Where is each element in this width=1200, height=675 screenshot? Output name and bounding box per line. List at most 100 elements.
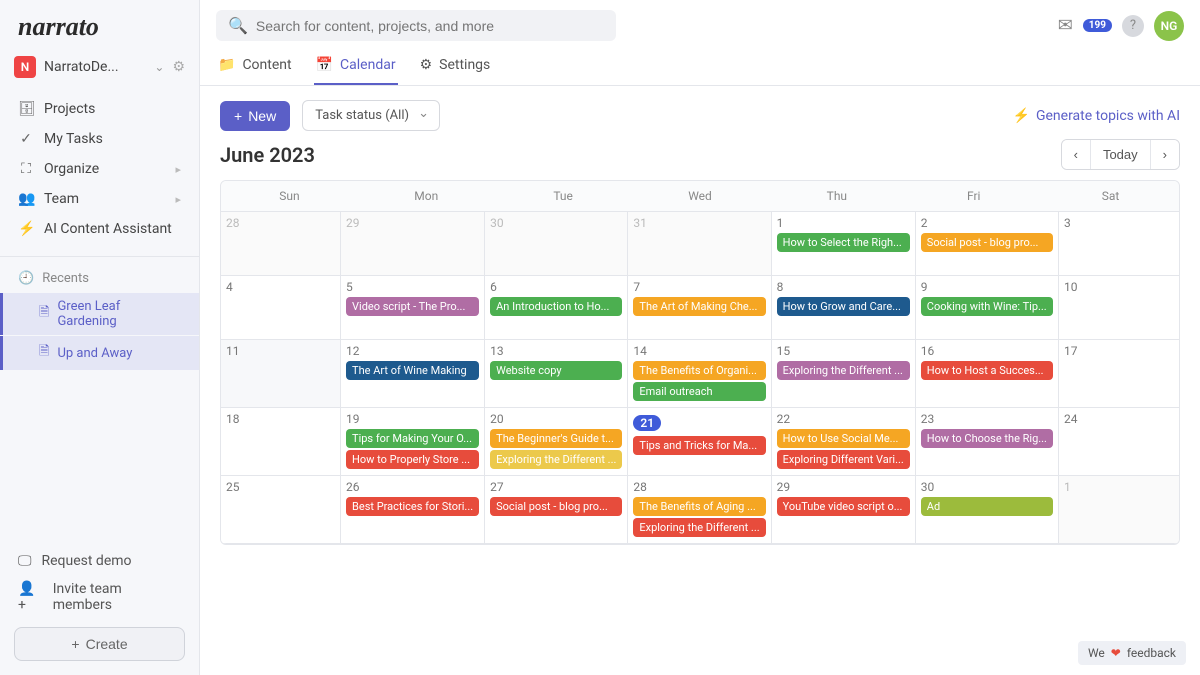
calendar-event[interactable]: An Introduction to Ho... — [490, 297, 622, 316]
calendar-event[interactable]: Exploring Different Vari... — [777, 450, 910, 469]
calendar-cell[interactable]: 10 — [1059, 276, 1179, 340]
calendar-cell[interactable]: 29 YouTube video script o... — [772, 476, 916, 544]
calendar-cell[interactable]: 11 — [221, 340, 341, 408]
calendar-event[interactable]: Social post - blog pro... — [921, 233, 1053, 252]
calendar-event[interactable]: Exploring the Different ... — [633, 518, 765, 537]
calendar-cell[interactable]: 4 — [221, 276, 341, 340]
invite-team-link[interactable]: 👤+ Invite team members — [14, 575, 185, 619]
calendar-cell[interactable]: 23How to Choose the Rig... — [916, 408, 1059, 476]
calendar-event[interactable]: Cooking with Wine: Tip... — [921, 297, 1053, 316]
calendar-cell[interactable]: 28 — [221, 212, 341, 276]
nav-my-tasks[interactable]: ✓My Tasks — [0, 124, 199, 154]
calendar-event[interactable]: Best Practices for Stori... — [346, 497, 479, 516]
new-button[interactable]: + New — [220, 101, 290, 131]
day-number: 15 — [777, 344, 910, 358]
avatar[interactable]: NG — [1154, 11, 1184, 41]
calendar-cell[interactable]: 1 — [1059, 476, 1179, 544]
calendar-cell[interactable]: 5Video script - The Pro... — [341, 276, 485, 340]
calendar-cell[interactable]: 3 — [1059, 212, 1179, 276]
calendar-cell[interactable]: 1How to Select the Righ... — [772, 212, 916, 276]
calendar-cell[interactable]: 14The Benefits of Organi...Email outreac… — [628, 340, 771, 408]
day-number: 6 — [490, 280, 622, 294]
calendar-event[interactable]: Exploring the Different ... — [777, 361, 910, 380]
calendar-cell[interactable]: 31 — [628, 212, 771, 276]
workspace-selector[interactable]: N NarratoDe... ⌄ ⚙ — [0, 50, 199, 90]
calendar-cell[interactable]: 21Tips and Tricks for Ma... — [628, 408, 771, 476]
calendar-cell[interactable]: 27Social post - blog pro... — [485, 476, 628, 544]
calendar-event[interactable]: Exploring the Different ... — [490, 450, 622, 469]
day-number: 13 — [490, 344, 622, 358]
calendar-cell[interactable]: 18 — [221, 408, 341, 476]
calendar-event[interactable]: The Benefits of Aging ... — [633, 497, 765, 516]
today-button[interactable]: Today — [1091, 140, 1151, 169]
day-number: 29 — [777, 480, 910, 494]
calendar-event[interactable]: Website copy — [490, 361, 622, 380]
feedback-widget[interactable]: We ❤ feedback — [1078, 641, 1186, 665]
calendar-event[interactable]: How to Properly Store ... — [346, 450, 479, 469]
calendar-cell[interactable]: 24 — [1059, 408, 1179, 476]
calendar-event[interactable]: Ad — [921, 497, 1053, 516]
tabs: 📁Content 📅Calendar ⚙Settings — [200, 47, 1200, 86]
calendar-event[interactable]: How to Grow and Care... — [777, 297, 910, 316]
day-number: 18 — [226, 412, 335, 426]
calendar-event[interactable]: Tips and Tricks for Ma... — [633, 436, 765, 455]
calendar-event[interactable]: How to Select the Righ... — [777, 233, 910, 252]
next-month-button[interactable]: › — [1151, 140, 1179, 169]
calendar-event[interactable]: YouTube video script o... — [777, 497, 910, 516]
search-input[interactable] — [256, 18, 604, 34]
calendar-cell[interactable]: 13 Website copy — [485, 340, 628, 408]
calendar-cell[interactable]: 28The Benefits of Aging ...Exploring the… — [628, 476, 771, 544]
calendar-event[interactable]: Social post - blog pro... — [490, 497, 622, 516]
task-status-select[interactable]: Task status (All) — [302, 100, 440, 131]
calendar-cell[interactable]: 7The Art of Making Che... — [628, 276, 771, 340]
calendar-cell[interactable]: 9 Cooking with Wine: Tip... — [916, 276, 1059, 340]
calendar-event[interactable]: Email outreach — [633, 382, 765, 401]
calendar-cell[interactable]: 30 — [485, 212, 628, 276]
calendar-event[interactable]: The Art of Making Che... — [633, 297, 765, 316]
prev-month-button[interactable]: ‹ — [1062, 140, 1091, 169]
calendar-event[interactable]: How to Choose the Rig... — [921, 429, 1053, 448]
calendar-cell[interactable]: 26Best Practices for Stori... — [341, 476, 485, 544]
calendar-cell[interactable]: 29 — [341, 212, 485, 276]
calendar-cell[interactable]: 25 — [221, 476, 341, 544]
nav-team[interactable]: 👥Team▸ — [0, 184, 199, 214]
nav-projects[interactable]: 🗄Projects — [0, 94, 199, 124]
calendar-cell[interactable]: 30Ad — [916, 476, 1059, 544]
calendar-event[interactable]: The Beginner's Guide t... — [490, 429, 622, 448]
gear-icon[interactable]: ⚙ — [172, 59, 185, 75]
calendar-cell[interactable]: 8How to Grow and Care... — [772, 276, 916, 340]
create-button[interactable]: + Create — [14, 627, 185, 661]
request-demo-link[interactable]: 🖵 Request demo — [14, 547, 185, 575]
calendar-cell[interactable]: 20The Beginner's Guide t...Exploring the… — [485, 408, 628, 476]
recent-item[interactable]: 🗎Green Leaf Gardening — [0, 293, 199, 335]
calendar-cell[interactable]: 17 — [1059, 340, 1179, 408]
calendar-event[interactable]: Video script - The Pro... — [346, 297, 479, 316]
search-box[interactable]: 🔍 — [216, 10, 616, 41]
calendar-cell[interactable]: 22How to Use Social Me...Exploring Diffe… — [772, 408, 916, 476]
calendar-event[interactable]: How to Host a Succes... — [921, 361, 1053, 380]
calendar-cell[interactable]: 15 Exploring the Different ... — [772, 340, 916, 408]
recent-item[interactable]: 🗎Up and Away — [0, 336, 199, 370]
notification-count[interactable]: 199 — [1083, 19, 1112, 32]
tab-calendar[interactable]: 📅Calendar — [314, 47, 398, 85]
nav-organize[interactable]: ⛶Organize▸ — [0, 154, 199, 184]
calendar-event[interactable]: The Benefits of Organi... — [633, 361, 765, 380]
calendar-event[interactable]: How to Use Social Me... — [777, 429, 910, 448]
nav-ai-content-assistant[interactable]: ⚡AI Content Assistant — [0, 214, 199, 244]
calendar-cell[interactable]: 16How to Host a Succes... — [916, 340, 1059, 408]
chevron-right-icon: ▸ — [175, 193, 181, 206]
day-number: 9 — [921, 280, 1053, 294]
day-header: Fri — [905, 181, 1042, 211]
day-number: 11 — [226, 344, 335, 358]
calendar-cell[interactable]: 6 An Introduction to Ho... — [485, 276, 628, 340]
help-icon[interactable]: ? — [1122, 15, 1144, 37]
tab-settings[interactable]: ⚙Settings — [418, 47, 493, 85]
calendar-cell[interactable]: 12The Art of Wine Making — [341, 340, 485, 408]
tab-content[interactable]: 📁Content — [216, 47, 294, 85]
calendar-cell[interactable]: 19Tips for Making Your O...How to Proper… — [341, 408, 485, 476]
calendar-event[interactable]: Tips for Making Your O... — [346, 429, 479, 448]
calendar-cell[interactable]: 2Social post - blog pro... — [916, 212, 1059, 276]
calendar-event[interactable]: The Art of Wine Making — [346, 361, 479, 380]
generate-topics-ai-link[interactable]: ⚡ Generate topics with AI — [1013, 108, 1180, 124]
inbox-icon[interactable]: ✉ — [1058, 15, 1073, 36]
